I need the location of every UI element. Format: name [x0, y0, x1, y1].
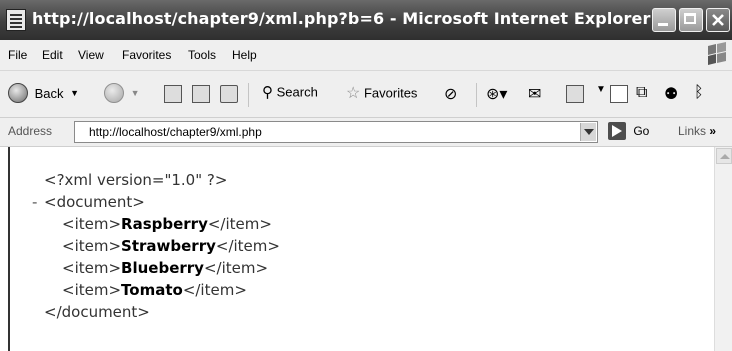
collapse-toggle[interactable]: - — [32, 193, 37, 211]
print-icon[interactable] — [566, 85, 584, 103]
item-open-tag: <item> — [62, 259, 122, 277]
address-input[interactable]: http://localhost/chapter9/xml.php — [74, 121, 598, 143]
bluetooth-icon[interactable]: ᛒ — [694, 84, 704, 108]
back-arrow-icon — [8, 83, 28, 103]
links-toolbar[interactable]: Links » — [678, 124, 716, 138]
menu-favorites[interactable]: Favorites — [122, 48, 171, 62]
research-icon[interactable]: ⧉ — [636, 84, 647, 108]
forward-dropdown-icon[interactable]: ▼ — [131, 88, 140, 98]
item-value: Blueberry — [121, 259, 204, 277]
discuss-icon[interactable] — [610, 85, 628, 103]
item-open-tag: <item> — [62, 281, 122, 299]
home-icon[interactable] — [220, 85, 238, 103]
vertical-scrollbar[interactable] — [714, 147, 732, 351]
root-open-tag: <document> — [44, 193, 145, 211]
item-value: Raspberry — [121, 215, 208, 233]
menu-edit[interactable]: Edit — [42, 48, 63, 62]
item-value: Tomato — [121, 281, 183, 299]
standard-toolbar: Back ▼ ▼ ⚲ Search ☆ Favorites ⊘ ⊛▾ ✉ ▼ ⧉… — [0, 71, 732, 118]
item-open-tag: <item> — [62, 215, 122, 233]
search-label: Search — [276, 84, 318, 100]
ie-document-icon — [6, 9, 26, 31]
menu-view[interactable]: View — [78, 48, 104, 62]
search-button[interactable]: ⚲ Search — [262, 83, 318, 107]
star-icon: ☆ — [346, 85, 361, 102]
forward-button[interactable]: ▼ — [104, 83, 140, 107]
item-close-tag: </item> — [215, 237, 280, 255]
stop-icon[interactable] — [164, 85, 182, 103]
back-label: Back — [34, 85, 64, 101]
xml-item: <item>Tomato</item> — [62, 281, 247, 299]
media-icon[interactable]: ⊘ — [444, 84, 457, 108]
history-icon[interactable]: ⊛▾ — [486, 84, 507, 108]
item-value: Strawberry — [121, 237, 216, 255]
go-button[interactable]: Go — [608, 122, 649, 142]
item-close-tag: </item> — [207, 215, 272, 233]
scroll-up-icon[interactable] — [716, 148, 732, 164]
refresh-icon[interactable] — [192, 85, 210, 103]
item-close-tag: </item> — [182, 281, 247, 299]
maximize-button[interactable] — [679, 8, 703, 32]
favorites-label: Favorites — [363, 85, 418, 101]
toolbar-separator — [248, 83, 249, 107]
edit-dropdown-icon[interactable]: ▼ — [596, 84, 606, 108]
close-icon — [712, 14, 724, 26]
back-button[interactable]: Back ▼ — [8, 83, 79, 107]
go-arrow-icon — [608, 122, 626, 140]
toolbar-separator — [476, 83, 477, 107]
address-bar: Address http://localhost/chapter9/xml.ph… — [0, 118, 732, 147]
search-icon: ⚲ — [262, 84, 273, 101]
xml-item: <item>Raspberry</item> — [62, 215, 272, 233]
window-title: http://localhost/chapter9/xml.php?b=6 - … — [32, 9, 651, 28]
item-open-tag: <item> — [62, 237, 122, 255]
back-dropdown-icon[interactable]: ▼ — [70, 88, 79, 98]
xml-item: <item>Strawberry</item> — [62, 237, 280, 255]
close-button[interactable] — [706, 8, 730, 32]
xml-item: <item>Blueberry</item> — [62, 259, 268, 277]
menu-help[interactable]: Help — [232, 48, 257, 62]
windows-logo-icon — [708, 42, 726, 65]
messenger-icon[interactable]: ⚉ — [664, 84, 678, 108]
favorites-button[interactable]: ☆ Favorites — [346, 83, 417, 107]
mail-icon[interactable]: ✉ — [528, 84, 541, 108]
menu-tools[interactable]: Tools — [188, 48, 216, 62]
chevron-right-icon: » — [709, 124, 717, 138]
go-label: Go — [633, 124, 650, 138]
links-label: Links — [678, 124, 707, 138]
address-label: Address — [8, 124, 53, 138]
root-close-tag: </document> — [44, 303, 150, 321]
menu-file[interactable]: File — [8, 48, 27, 62]
xml-declaration: <?xml version="1.0" ?> — [44, 171, 228, 189]
title-bar: http://localhost/chapter9/xml.php?b=6 - … — [0, 0, 732, 40]
address-url[interactable]: http://localhost/chapter9/xml.php — [89, 125, 262, 139]
menu-bar: File Edit View Favorites Tools Help — [0, 40, 732, 71]
minimize-button[interactable] — [652, 8, 676, 32]
forward-arrow-icon — [104, 83, 124, 103]
xml-viewer: <?xml version="1.0" ?> - <document> <ite… — [8, 147, 716, 351]
address-dropdown-icon[interactable] — [580, 123, 596, 141]
item-close-tag: </item> — [203, 259, 269, 277]
